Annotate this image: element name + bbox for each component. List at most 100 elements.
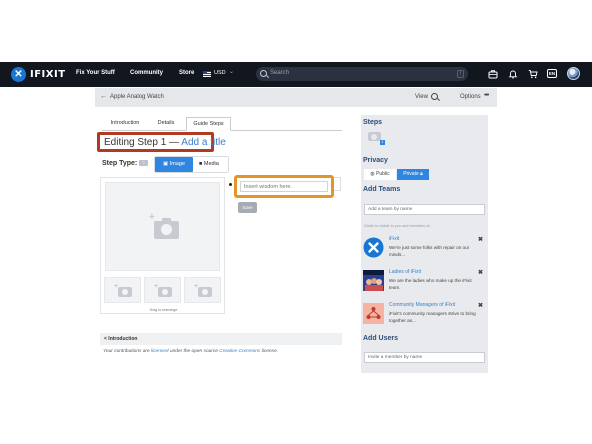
licensed-link[interactable]: licensed [151,349,169,354]
save-button[interactable]: Save [238,202,257,213]
chevron-down-icon: ⌄ [229,69,235,75]
search-bar[interactable]: Search / [256,67,468,81]
tab-details[interactable]: Details [148,117,184,131]
thumbnail-slot[interactable]: + [144,277,181,303]
team-description: iFixit's community managers strive to br… [389,311,476,323]
team-name[interactable]: iFixit [389,236,399,242]
bullet-marker [229,183,232,186]
team-avatar-ladies [363,270,384,291]
drag-hint: Drag to rearrange [149,308,178,312]
toolbox-icon[interactable] [488,69,498,79]
more-dots-icon[interactable]: ••• [484,92,489,99]
step-image-panel: + + + + Drag to rearrange [100,177,225,314]
step-count-badge: 1 [380,140,385,145]
add-plus-icon: + [194,283,199,290]
back-arrow-icon[interactable]: ← [100,93,107,100]
remove-team-icon[interactable]: ✖ [478,302,483,309]
add-photo-icon [118,287,132,297]
thumbnail-slot[interactable]: + [184,277,221,303]
camera-icon: ▣ [162,161,169,167]
step-type-label: Step Type: [102,160,138,167]
media-type-label: Media [203,161,219,167]
license-note: Your contributions are licensed under th… [103,349,278,354]
introduction-link[interactable]: < Introduction [104,336,137,342]
search-icon [260,70,267,77]
guide-editor-bar: ← Apple Analog Watch View Options ••• [95,88,497,107]
top-nav: ✕ IFIXIT Fix Your Stuff Community Store … [0,62,592,87]
remove-team-icon[interactable]: ✖ [478,236,483,243]
thumbnail-row: + + + [104,277,221,309]
team-search-input[interactable]: Add a team by name [364,204,485,215]
brand-name: IFIXIT [30,69,66,80]
add-plus-icon: + [154,283,159,290]
step-title-prefix: Editing Step 1 — [104,137,180,148]
add-photo-icon [154,218,179,239]
breadcrumb[interactable]: Apple Analog Watch [110,94,164,100]
help-badge-icon[interactable]: ? [139,160,148,166]
visibility-note: Guide is visible to you and members of: [364,224,431,228]
add-users-heading: Add Users [363,335,399,342]
guide-sidebar: Steps 1 Privacy ◍ Public Private 🔒︎ Add … [361,115,488,373]
ifixit-logo-icon: ✕ [11,67,26,82]
language-selector[interactable]: EN [547,69,557,78]
main-image-dropzone[interactable]: + [105,182,220,271]
add-plus-icon: + [114,283,119,290]
team-item: Ladies of iFixit We are the ladies who m… [363,268,486,298]
step-title: Editing Step 1 — Add a title [104,137,226,148]
user-avatar[interactable] [567,67,580,80]
search-shortcut-key: / [457,70,464,78]
cart-icon[interactable] [528,69,538,79]
step-type-toggle: ▣ Image ■ Media [154,156,229,173]
bullet-text-input[interactable] [240,181,328,192]
editor-tabs: Introduction Details Guide Steps [102,117,342,131]
media-type-button[interactable]: ■ Media [199,157,219,172]
creative-commons-link[interactable]: Creative Commons [219,349,260,354]
image-type-button[interactable]: ▣ Image [155,157,193,172]
thumbnail-slot[interactable]: + [104,277,141,303]
privacy-toggle: ◍ Public Private 🔒︎ [364,169,429,180]
add-photo-icon [198,287,212,297]
us-flag-icon [203,71,211,77]
team-avatar-community-managers [363,303,384,324]
bell-icon[interactable] [508,69,518,79]
tab-guide-steps[interactable]: Guide Steps [186,117,231,131]
add-photo-icon [158,287,172,297]
team-avatar-ifixit [363,237,384,258]
view-button[interactable]: View [415,94,428,100]
step-title-highlight: Editing Step 1 — Add a title [97,132,226,152]
team-name[interactable]: Ladies of iFixit [389,269,421,275]
team-name[interactable]: Community Managers of iFixit [389,302,455,308]
currency-selector[interactable]: USD [214,70,226,76]
nav-community[interactable]: Community [130,70,163,76]
steps-heading: Steps [363,119,383,126]
ifixit-logo[interactable]: ✕ IFIXIT [11,67,66,82]
license-text: license. [260,349,278,354]
bullet-input-highlight [234,175,334,198]
team-description: We're just some folks with repair on our… [389,245,470,257]
private-option[interactable]: Private 🔒︎ [397,169,429,180]
lock-icon: 🔒︎ [420,171,423,177]
tab-introduction[interactable]: Introduction [102,117,148,131]
team-item: iFixit We're just some folks with repair… [363,235,486,265]
remove-team-icon[interactable]: ✖ [478,269,483,276]
image-type-label: Image [169,161,186,167]
options-button[interactable]: Options [460,94,481,100]
user-search-input[interactable]: Invite a member by name [364,352,485,363]
license-text: Your contributions are [103,349,151,354]
team-description: We are the ladies who make up the iFixit… [389,278,472,290]
introduction-nav[interactable]: < Introduction [100,333,342,345]
magnifier-icon[interactable] [431,93,438,100]
globe-icon: ◍ [370,171,375,177]
privacy-heading: Privacy [363,157,388,164]
nav-store[interactable]: Store [179,70,194,76]
video-icon: ■ [199,161,203,167]
add-teams-heading: Add Teams [363,186,401,193]
nav-fix-your-stuff[interactable]: Fix Your Stuff [76,70,115,76]
search-input[interactable]: Search [270,70,289,76]
private-label: Private [403,171,419,177]
add-title-link[interactable]: Add a title [181,137,225,148]
team-item: Community Managers of iFixit iFixit's co… [363,301,486,331]
public-label: Public [376,171,390,177]
public-option[interactable]: ◍ Public [364,169,396,180]
add-plus-icon: + [149,212,155,223]
